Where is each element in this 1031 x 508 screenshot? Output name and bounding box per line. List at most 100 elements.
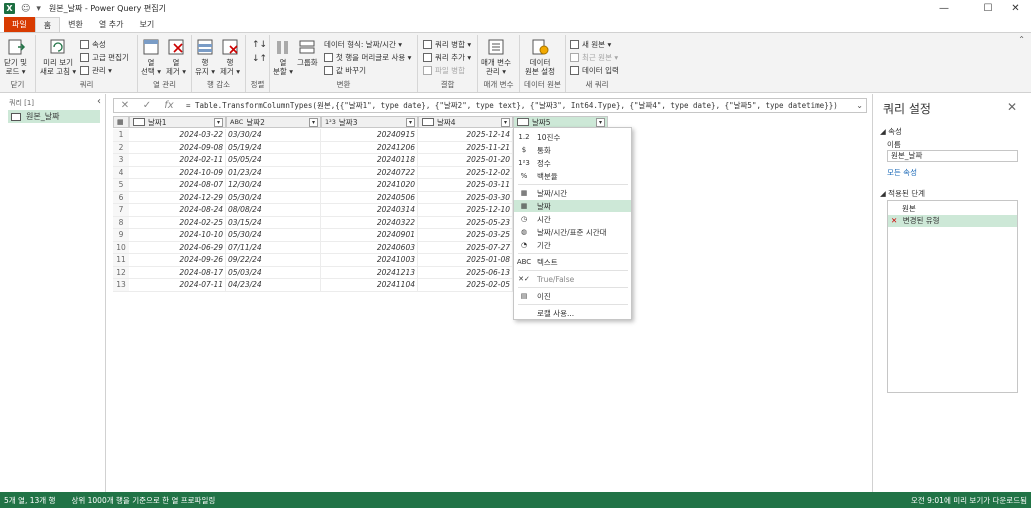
table-cell[interactable]: 2025-11-21 — [418, 141, 513, 153]
table-cell[interactable]: 01/23/24 — [226, 166, 321, 178]
query-name-input[interactable]: 원본_날짜 — [887, 150, 1018, 162]
remove-rows-button[interactable]: 행 제거 ▾ — [220, 38, 240, 76]
status-profiling[interactable]: 상위 1000개 행을 기준으로 한 열 프로파일링 — [71, 495, 215, 506]
type-menu-item[interactable]: ✕✓ True/False — [514, 273, 631, 285]
row-number[interactable]: 6 — [113, 191, 129, 203]
table-cell[interactable]: 2024-02-25 — [129, 216, 226, 228]
row-number[interactable]: 5 — [113, 179, 129, 191]
filter-dropdown-icon[interactable]: ▾ — [501, 118, 510, 127]
tab-transform[interactable]: 변환 — [60, 17, 91, 32]
data-source-settings-button[interactable]: 데이터 원본 설정 — [525, 38, 555, 76]
type-menu-item[interactable]: ◔ 기간 — [514, 239, 631, 251]
table-cell[interactable]: 05/05/24 — [226, 154, 321, 166]
table-cell[interactable]: 20240322 — [321, 216, 418, 228]
tab-file[interactable]: 파일 — [4, 17, 35, 32]
row-number[interactable]: 11 — [113, 254, 129, 266]
table-cell[interactable]: 20240506 — [321, 191, 418, 203]
refresh-preview-button[interactable]: 미리 보기 새로 고침 ▾ — [40, 38, 76, 76]
properties-button[interactable]: 속성 — [80, 39, 106, 50]
row-number[interactable]: 7 — [113, 204, 129, 216]
table-cell[interactable]: 2025-03-11 — [418, 179, 513, 191]
table-cell[interactable]: 2024-09-26 — [129, 254, 226, 266]
manage-params-button[interactable]: 매개 변수 관리 ▾ — [481, 38, 511, 76]
table-cell[interactable]: 20240118 — [321, 154, 418, 166]
row-number[interactable]: 13 — [113, 279, 129, 291]
row-number[interactable]: 3 — [113, 154, 129, 166]
advanced-editor-button[interactable]: 고급 편집기 — [80, 52, 129, 63]
type-menu-item[interactable]: ▦ 날짜/시간 — [514, 187, 631, 199]
table-cell[interactable]: 2024-09-08 — [129, 141, 226, 153]
table-cell[interactable]: 2025-12-10 — [418, 204, 513, 216]
cancel-formula-icon[interactable]: ✕ — [114, 100, 136, 111]
table-cell[interactable]: 09/22/24 — [226, 254, 321, 266]
manage-button[interactable]: 관리 ▾ — [80, 65, 112, 76]
close-settings-button[interactable]: ✕ — [1007, 100, 1017, 114]
table-cell[interactable]: 2025-03-25 — [418, 229, 513, 241]
table-cell[interactable]: 03/15/24 — [226, 216, 321, 228]
type-menu-item[interactable]: ABC 텍스트 — [514, 256, 631, 268]
remove-columns-button[interactable]: 열 제거 ▾ — [166, 38, 186, 76]
table-cell[interactable]: 2024-10-09 — [129, 166, 226, 178]
table-cell[interactable]: 2025-05-23 — [418, 216, 513, 228]
table-cell[interactable]: 07/11/24 — [226, 241, 321, 253]
filter-dropdown-icon[interactable]: ▾ — [406, 118, 415, 127]
table-cell[interactable]: 2025-06-13 — [418, 266, 513, 278]
table-cell[interactable]: 2024-10-10 — [129, 229, 226, 241]
table-cell[interactable]: 2025-01-20 — [418, 154, 513, 166]
table-cell[interactable]: 05/19/24 — [226, 141, 321, 153]
fx-icon[interactable]: fx — [158, 100, 180, 111]
table-cell[interactable]: 20241020 — [321, 179, 418, 191]
collapse-ribbon-icon[interactable]: ⌃ — [1018, 35, 1025, 44]
table-cell[interactable]: 20240915 — [321, 129, 418, 141]
column-header-date3[interactable]: 1²3 날짜3 ▾ — [321, 116, 418, 128]
expand-formula-icon[interactable]: ⌄ — [856, 101, 863, 110]
table-cell[interactable]: 20241213 — [321, 266, 418, 278]
table-cell[interactable]: 2024-07-11 — [129, 279, 226, 291]
tab-home[interactable]: 홈 — [34, 17, 61, 32]
row-number[interactable]: 8 — [113, 216, 129, 228]
table-cell[interactable]: 05/03/24 — [226, 266, 321, 278]
row-number[interactable]: 2 — [113, 141, 129, 153]
table-cell[interactable]: 08/08/24 — [226, 204, 321, 216]
type-menu-item[interactable]: 1²3 정수 — [514, 157, 631, 169]
table-cell[interactable]: 2024-02-11 — [129, 154, 226, 166]
sort-ascending-icon[interactable]: ↑↓ — [252, 39, 267, 50]
table-cell[interactable]: 20241206 — [321, 141, 418, 153]
recent-sources-button[interactable]: 최근 원본 ▾ — [570, 52, 618, 63]
table-cell[interactable]: 20240722 — [321, 166, 418, 178]
table-cell[interactable]: 12/30/24 — [226, 179, 321, 191]
type-menu-item[interactable]: ◍ 날짜/시간/표준 시간대 — [514, 226, 631, 238]
filter-dropdown-icon[interactable]: ▾ — [596, 118, 605, 127]
table-cell[interactable]: 2025-07-27 — [418, 241, 513, 253]
merge-queries-button[interactable]: 쿼리 병합 ▾ — [423, 39, 471, 50]
table-cell[interactable]: 05/30/24 — [226, 229, 321, 241]
type-menu-item[interactable]: $ 통화 — [514, 144, 631, 156]
row-number[interactable]: 1 — [113, 129, 129, 141]
smiley-feedback-icon[interactable]: ☺ — [21, 4, 30, 14]
table-cell[interactable]: 03/30/24 — [226, 129, 321, 141]
table-cell[interactable]: 2025-02-05 — [418, 279, 513, 291]
properties-section[interactable]: ◢ 속성 — [880, 126, 902, 137]
type-menu-item[interactable]: 로캘 사용... — [514, 307, 631, 319]
quick-access-dropdown-icon[interactable]: ▾ — [36, 4, 41, 14]
table-cell[interactable]: 2024-08-07 — [129, 179, 226, 191]
type-menu-item[interactable]: ▤ 이진 — [514, 290, 631, 302]
applied-steps-section[interactable]: ◢ 적용된 단계 — [880, 188, 925, 199]
data-type-button[interactable]: 데이터 형식: 날짜/시간 ▾ — [324, 39, 402, 50]
collapse-queries-icon[interactable]: ‹ — [97, 96, 101, 107]
sort-descending-icon[interactable]: ↓↑ — [252, 53, 267, 64]
all-properties-link[interactable]: 모든 속성 — [887, 167, 917, 178]
type-menu-item[interactable]: ◷ 시간 — [514, 213, 631, 225]
split-column-button[interactable]: 열 분할 ▾ — [273, 38, 293, 76]
minimize-button[interactable]: — — [922, 0, 966, 17]
query-item[interactable]: 원본_날짜 — [8, 110, 100, 123]
close-apply-button[interactable]: 닫기 및 로드 ▾ — [4, 38, 27, 76]
row-number[interactable]: 4 — [113, 166, 129, 178]
filter-dropdown-icon[interactable]: ▾ — [309, 118, 318, 127]
type-menu-item[interactable]: 1.2 10진수 — [514, 131, 631, 143]
table-cell[interactable]: 2024-03-22 — [129, 129, 226, 141]
replace-values-button[interactable]: 값 바꾸기 — [324, 65, 366, 76]
table-cell[interactable]: 20241104 — [321, 279, 418, 291]
table-cell[interactable]: 2025-12-14 — [418, 129, 513, 141]
table-cell[interactable]: 04/23/24 — [226, 279, 321, 291]
